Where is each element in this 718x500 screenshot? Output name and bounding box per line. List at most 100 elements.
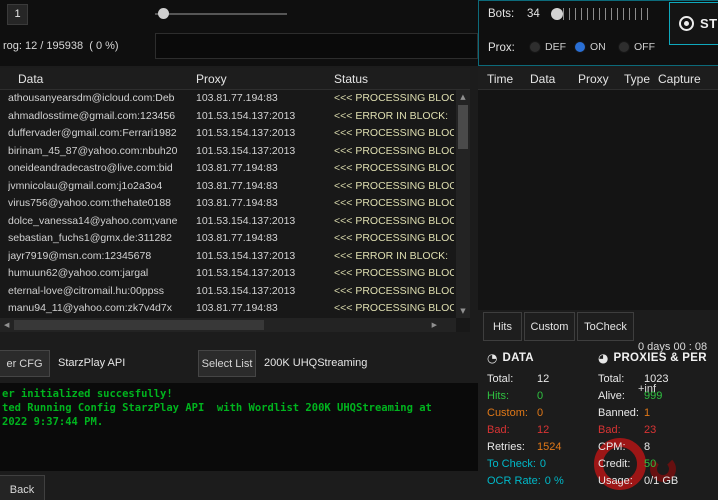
cell-data: jayr7919@msn.com:12345678 (8, 248, 192, 266)
cell-data: sebastian_fuchs1@gmx.de:311282 (8, 230, 192, 248)
column-header-proxy[interactable]: Proxy (196, 68, 227, 90)
stat-row-tocheck: To Check:0 (487, 456, 564, 473)
cell-status: <<< PROCESSING BLOCK (334, 230, 454, 248)
stat-value: 0 % (545, 475, 564, 487)
config-name: StarzPlay API (58, 357, 125, 369)
column-header-data[interactable]: Data (18, 68, 43, 90)
scroll-down-icon[interactable]: ▼ (456, 307, 470, 315)
stat-row-total: Total: 12 (487, 371, 564, 388)
table-row[interactable]: eternal-love@citromail.hu:00ppss 101.53.… (0, 283, 456, 301)
prox-def-radio[interactable]: DEF (529, 41, 566, 53)
radio-selected-icon (574, 41, 586, 53)
cell-status: <<< PROCESSING BLOCK (334, 160, 454, 178)
stat-row-cpm: CPM:8 (598, 439, 678, 456)
back-button[interactable]: Back (0, 475, 45, 500)
cell-status: <<< PROCESSING BLOCK (334, 143, 454, 161)
stat-label: Credit: (598, 456, 640, 473)
prox-on-radio[interactable]: ON (574, 41, 606, 53)
stat-row-proxy-total: Total:1023 (598, 371, 678, 388)
cell-proxy: 101.53.154.137:2013 (196, 108, 330, 126)
table-row[interactable]: manu94_11@yahoo.com:zk7v4d7x 103.81.77.1… (0, 300, 456, 318)
table-row[interactable]: duffervader@gmail.com:Ferrari1982 101.53… (0, 125, 456, 143)
stat-label: Alive: (598, 388, 640, 405)
bots-value: 34 (527, 8, 540, 20)
window-number-badge[interactable]: 1 (7, 4, 28, 25)
hits-grid: Time Data Proxy Type Capture (478, 68, 718, 310)
tab-tocheck[interactable]: ToCheck (577, 312, 634, 341)
stat-value: 999 (644, 390, 662, 402)
radio-label: OFF (634, 41, 655, 53)
column-header-time[interactable]: Time (487, 68, 513, 90)
column-header-type[interactable]: Type (624, 68, 650, 90)
cell-status: <<< ERROR IN BLOCK: (334, 248, 454, 266)
tab-hits[interactable]: Hits (483, 312, 522, 341)
radio-circle-icon (529, 41, 541, 53)
scroll-up-icon[interactable]: ▲ (456, 93, 470, 101)
cell-proxy: 103.81.77.194:83 (196, 160, 330, 178)
cell-status: <<< PROCESSING BLOCK (334, 300, 454, 318)
progress-text: rog: 12 / 195938 ( 0 %) (3, 40, 119, 52)
stat-label: Bad: (487, 422, 533, 439)
table-row[interactable]: sebastian_fuchs1@gmx.de:311282 103.81.77… (0, 230, 456, 248)
table-row[interactable]: birinam_45_87@yahoo.com:nbuh20 101.53.15… (0, 143, 456, 161)
cell-data: humuun62@yahoo.com:jargal (8, 265, 192, 283)
horizontal-scrollbar[interactable]: ◀ ▶ (0, 318, 456, 332)
cell-proxy: 101.53.154.137:2013 (196, 283, 330, 301)
stat-label: Bad: (598, 422, 640, 439)
select-list-button[interactable]: Select List (198, 350, 256, 377)
proxy-stats-header: ◕ PROXIES & PER (598, 351, 707, 365)
stat-row-custom: Custom:0 (487, 405, 564, 422)
table-row[interactable]: ahmadlosstime@gmail.com:123456 101.53.15… (0, 108, 456, 126)
main-slider[interactable] (155, 6, 287, 22)
config-button[interactable]: er CFG (0, 350, 50, 377)
cell-proxy: 103.81.77.194:83 (196, 300, 330, 318)
vertical-scrollbar-thumb[interactable] (458, 105, 468, 149)
table-row[interactable]: dolce_vanessa14@yahoo.com;vane 101.53.15… (0, 213, 456, 231)
stat-label: Total: (487, 371, 533, 388)
slider-thumb[interactable] (158, 8, 169, 19)
column-header-status[interactable]: Status (334, 68, 368, 90)
stat-value: 12 (537, 373, 549, 385)
column-header-capture[interactable]: Capture (658, 68, 701, 90)
start-button[interactable]: ST (669, 2, 718, 45)
cell-data: manu94_11@yahoo.com:zk7v4d7x (8, 300, 192, 318)
log-line: er initialized succesfully! (2, 387, 476, 401)
cell-proxy: 103.81.77.194:83 (196, 230, 330, 248)
scroll-right-icon[interactable]: ▶ (432, 321, 437, 329)
column-header-proxy[interactable]: Proxy (578, 68, 609, 90)
stat-value: 8 (644, 441, 650, 453)
stats-panel: ◔ DATA Total:12 Hits:0 Custom:0 Bad:12 R… (478, 345, 718, 500)
stat-value: 0 (540, 458, 546, 470)
table-row[interactable]: oneideandradecastro@live.com:bid 103.81.… (0, 160, 456, 178)
table-row[interactable]: jayr7919@msn.com:12345678 101.53.154.137… (0, 248, 456, 266)
table-row[interactable]: jvmnicolau@gmail.com:j1o2a3o4 103.81.77.… (0, 178, 456, 196)
cell-status: <<< ERROR IN BLOCK: (334, 108, 454, 126)
stat-value: 50 (644, 458, 656, 470)
progress-bar (155, 33, 478, 59)
bot-controls-panel: Bots: 34 Prox: DEF ON OFF ST (478, 0, 718, 66)
cell-status: <<< PROCESSING BLOCK (334, 178, 454, 196)
tab-custom[interactable]: Custom (524, 312, 575, 341)
horizontal-scrollbar-thumb[interactable] (14, 320, 264, 330)
log-line: 2022 9:37:44 PM. (2, 415, 476, 429)
table-row[interactable]: humuun62@yahoo.com:jargal 101.53.154.137… (0, 265, 456, 283)
stat-value: 1524 (537, 441, 561, 453)
data-stats-title: DATA (502, 352, 533, 364)
top-toolbar: 1 rog: 12 / 195938 ( 0 %) (0, 0, 478, 66)
table-row[interactable]: virus756@yahoo.com:thehate0188 103.81.77… (0, 195, 456, 213)
prox-off-radio[interactable]: OFF (618, 41, 655, 53)
bots-slider-thumb[interactable] (551, 8, 563, 20)
cell-proxy: 103.81.77.194:83 (196, 195, 330, 213)
cell-proxy: 101.53.154.137:2013 (196, 265, 330, 283)
hits-grid-body (478, 90, 718, 310)
scroll-left-icon[interactable]: ◀ (4, 321, 9, 329)
table-row[interactable]: athousanyearsdm@icloud.com:Deb 103.81.77… (0, 90, 456, 108)
results-grid: Data Proxy Status athousanyearsdm@icloud… (0, 68, 470, 332)
radio-label: DEF (545, 41, 566, 53)
stat-value: 1 (644, 407, 650, 419)
stat-label: Custom: (487, 405, 533, 422)
bots-slider[interactable] (545, 5, 649, 23)
column-header-data[interactable]: Data (530, 68, 555, 90)
vertical-scrollbar[interactable]: ▲ ▼ (456, 90, 470, 318)
radio-label: ON (590, 41, 606, 53)
